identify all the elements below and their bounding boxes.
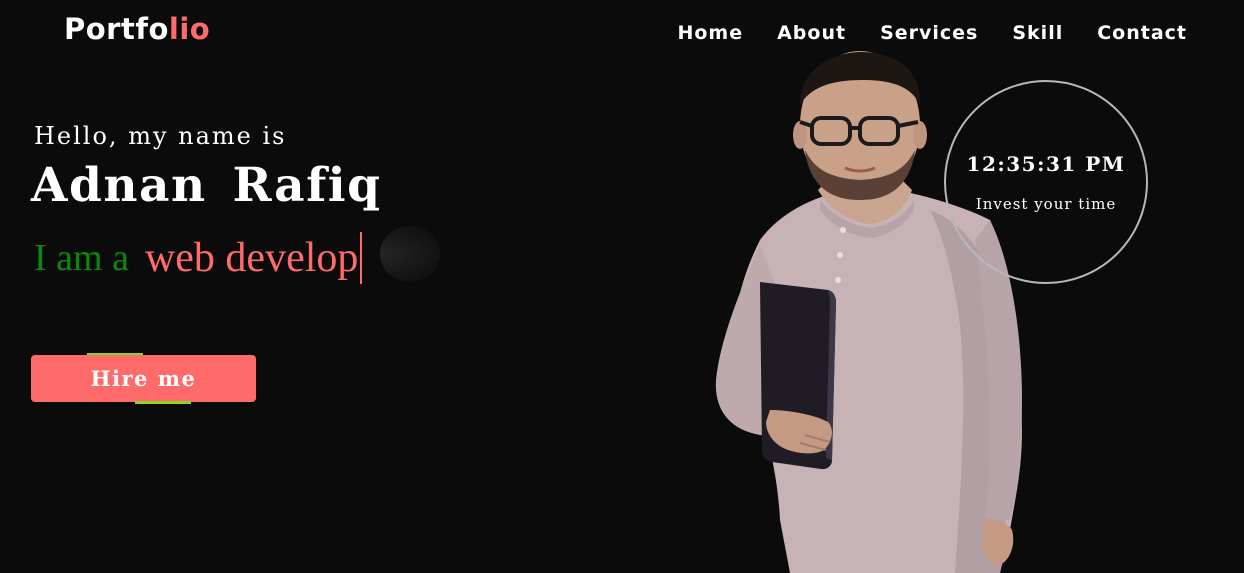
nav-item-skill[interactable]: Skill: [1012, 22, 1063, 44]
logo[interactable]: Portfolio: [64, 12, 210, 46]
role-typed-text: web develop: [144, 235, 359, 281]
typing-shadow: [380, 226, 440, 282]
typing-cursor: [360, 232, 363, 284]
role-line: I am a web develop: [34, 232, 363, 284]
hero-greeting: Hello, my name is: [34, 122, 287, 150]
logo-main-text: Portfo: [64, 12, 169, 46]
clock-caption: Invest your time: [975, 195, 1117, 213]
hire-button-accent-bottom: [135, 401, 191, 404]
hire-me-button[interactable]: Hire me: [31, 355, 256, 402]
nav-item-home[interactable]: Home: [677, 22, 743, 44]
clock-widget: 12:35:31 PM Invest your time: [944, 80, 1148, 284]
main-nav: Home About Services Skill Contact: [677, 22, 1187, 44]
nav-item-about[interactable]: About: [777, 22, 846, 44]
hero-name: Adnan Rafiq: [31, 158, 382, 213]
role-prefix: I am a: [34, 237, 129, 279]
clock-time: 12:35:31 PM: [966, 152, 1126, 176]
hire-button-wrapper: Hire me: [31, 353, 256, 404]
logo-accent-text: lio: [168, 12, 211, 46]
nav-item-contact[interactable]: Contact: [1097, 22, 1187, 44]
nav-item-services[interactable]: Services: [880, 22, 978, 44]
